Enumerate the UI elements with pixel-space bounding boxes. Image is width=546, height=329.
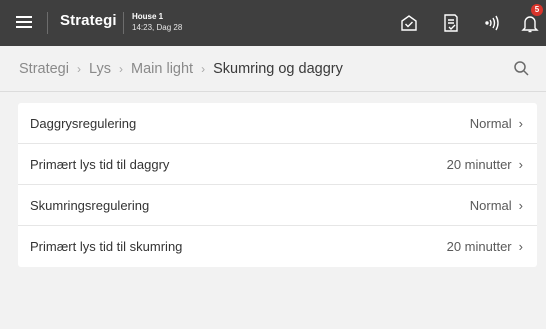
setting-row-primary-light-dawn[interactable]: Primært lys tid til daggry 20 minutter › <box>18 144 537 185</box>
settings-card: Daggrysregulering Normal › Primært lys t… <box>18 103 537 267</box>
divider <box>123 12 124 34</box>
setting-label: Primært lys tid til daggry <box>30 156 170 172</box>
breadcrumb-current: Skumring og daggry <box>213 60 343 77</box>
setting-row-primary-light-dusk[interactable]: Primært lys tid til skumring 20 minutter… <box>18 226 537 267</box>
setting-value: 20 minutter <box>446 239 512 254</box>
wireless-signal-icon[interactable] <box>481 12 503 34</box>
breadcrumb-item[interactable]: Main light <box>131 61 193 77</box>
chevron-right-icon: › <box>518 115 523 131</box>
top-bar: Strategi House 1 14:23, Dag 28 5 <box>0 0 546 46</box>
chevron-right-icon: › <box>518 197 523 213</box>
chevron-right-icon: › <box>76 61 81 76</box>
house-info: House 1 14:23, Dag 28 <box>132 11 182 33</box>
setting-value: Normal <box>469 197 512 213</box>
setting-label: Skumringsregulering <box>30 197 150 213</box>
chevron-right-icon: › <box>201 61 206 76</box>
house-name: House 1 <box>132 12 164 21</box>
setting-row-dusk-regulation[interactable]: Skumringsregulering Normal › <box>18 185 537 226</box>
setting-label: Primært lys tid til skumring <box>30 239 183 254</box>
chevron-right-icon: › <box>518 156 523 172</box>
setting-label: Daggrysregulering <box>30 115 137 131</box>
setting-row-dawn-regulation[interactable]: Daggrysregulering Normal › <box>18 103 537 144</box>
divider <box>47 12 48 34</box>
breadcrumb-item[interactable]: Strategi <box>19 61 69 77</box>
report-document-icon[interactable] <box>440 12 462 34</box>
search-icon[interactable] <box>512 59 532 79</box>
chevron-right-icon: › <box>119 61 124 76</box>
setting-value: Normal <box>469 115 512 131</box>
app-title: Strategi <box>60 12 117 29</box>
house-time: 14:23, Dag 28 <box>132 23 183 32</box>
breadcrumb-item[interactable]: Lys <box>89 61 111 77</box>
notification-badge: 5 <box>531 4 543 16</box>
chevron-right-icon: › <box>518 239 523 254</box>
hamburger-menu-icon[interactable] <box>16 15 32 29</box>
house-status-icon[interactable] <box>398 12 420 34</box>
breadcrumb: Strategi › Lys › Main light › Skumring o… <box>0 46 546 92</box>
setting-value: 20 minutter <box>446 156 512 172</box>
